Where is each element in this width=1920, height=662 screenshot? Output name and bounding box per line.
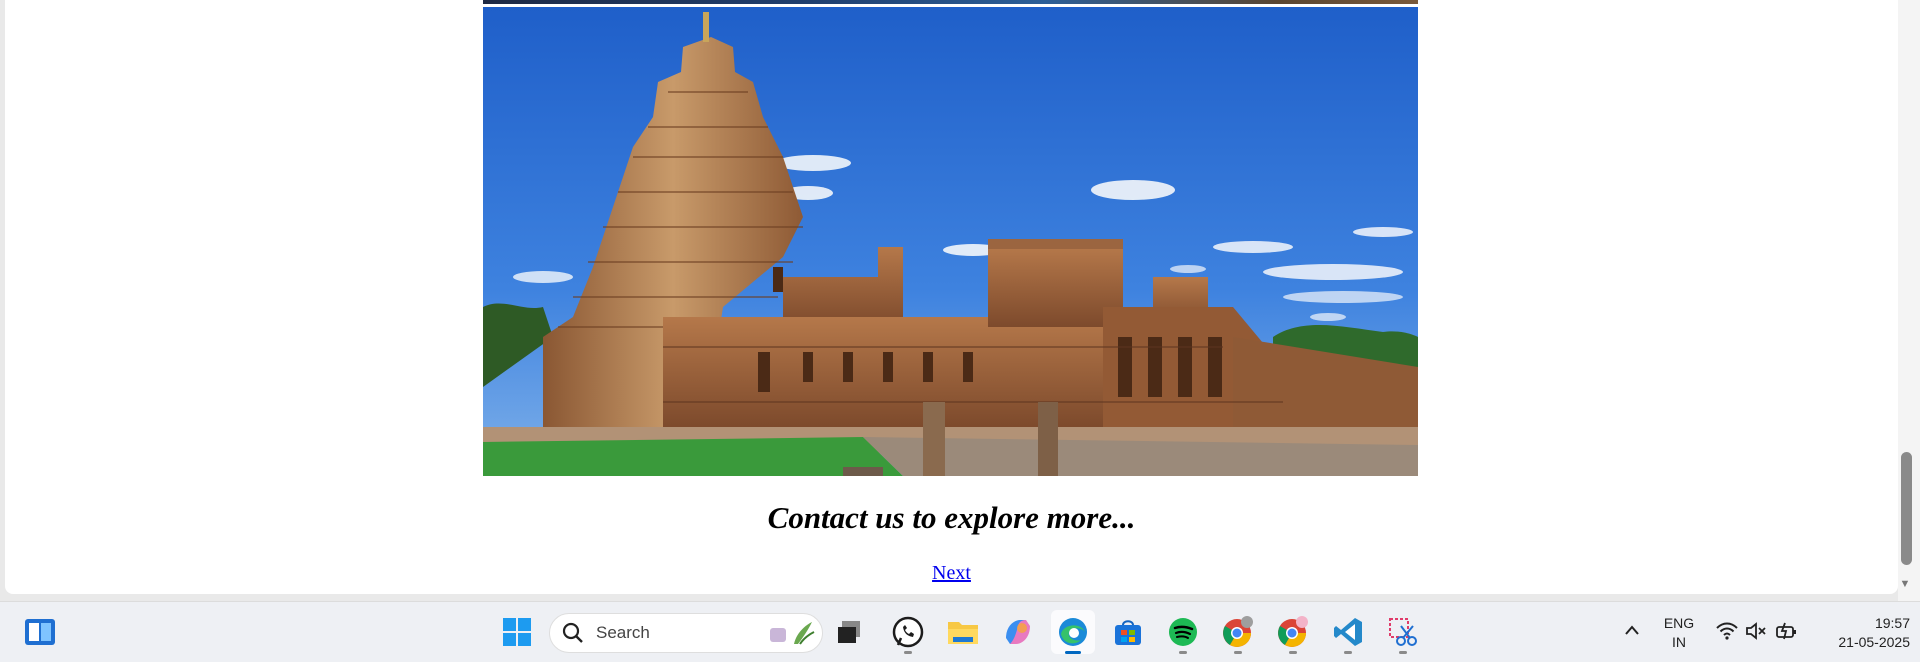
copilot-button[interactable] xyxy=(996,610,1040,654)
running-indicator xyxy=(1344,651,1352,654)
spotify-icon xyxy=(1169,618,1197,646)
widgets-button[interactable] xyxy=(18,610,62,654)
chrome-icon xyxy=(1223,616,1253,647)
search-label: Search xyxy=(596,623,650,642)
file-explorer-icon xyxy=(948,622,978,644)
taskbar: Search ENG IN 19:57 21-05-2025 xyxy=(0,601,1920,662)
file-explorer-button[interactable] xyxy=(941,610,985,654)
clock-time: 19:57 xyxy=(1874,615,1910,631)
search-icon xyxy=(562,622,583,643)
task-view-icon xyxy=(838,621,860,643)
running-indicator xyxy=(1234,651,1242,654)
running-indicator xyxy=(1399,651,1407,654)
spotify-button[interactable] xyxy=(1161,610,1205,654)
input-language-indicator[interactable]: ENG IN xyxy=(1652,614,1706,652)
web-page: Contact us to explore more... Next xyxy=(5,0,1898,594)
copilot-icon xyxy=(1006,620,1030,644)
chrome-profile-icon xyxy=(1278,616,1308,647)
battery-charging-icon[interactable] xyxy=(1776,622,1798,640)
snipping-tool-icon xyxy=(1389,618,1417,646)
chrome-button[interactable] xyxy=(1216,610,1260,654)
taskbar-search-box[interactable]: Search xyxy=(549,613,823,653)
running-indicator xyxy=(904,651,912,654)
clock-date: 21-05-2025 xyxy=(1838,634,1910,650)
task-view-button[interactable] xyxy=(828,610,872,654)
snipping-tool-button[interactable] xyxy=(1381,610,1425,654)
active-indicator xyxy=(1065,651,1081,654)
system-clock[interactable]: 19:57 21-05-2025 xyxy=(1810,614,1910,652)
windows-start-icon xyxy=(503,618,531,646)
start-button[interactable] xyxy=(495,610,539,654)
scrollbar-thumb[interactable] xyxy=(1901,452,1912,565)
widgets-icon xyxy=(25,619,55,645)
browser-viewport: Contact us to explore more... Next ▼ xyxy=(0,0,1920,601)
whatsapp-icon xyxy=(892,616,924,648)
search-highlight-icon xyxy=(770,622,815,645)
vscode-button[interactable] xyxy=(1326,610,1370,654)
language-code: ENG xyxy=(1663,615,1695,631)
scroll-down-arrow-icon[interactable]: ▼ xyxy=(1897,576,1913,592)
wifi-icon[interactable] xyxy=(1716,622,1738,640)
contact-caption: Contact us to explore more... xyxy=(767,500,1136,535)
show-hidden-icons-chevron-icon[interactable] xyxy=(1624,624,1640,636)
chrome-profile-button[interactable] xyxy=(1271,610,1315,654)
next-link-container: Next xyxy=(5,562,1898,585)
whatsapp-button[interactable] xyxy=(886,610,930,654)
edge-icon xyxy=(1059,618,1087,646)
edge-button[interactable] xyxy=(1051,610,1095,654)
running-indicator xyxy=(1179,651,1187,654)
region-code: IN xyxy=(1672,634,1686,650)
next-link[interactable]: Next xyxy=(932,562,971,584)
vscode-icon xyxy=(1334,618,1362,646)
volume-muted-icon[interactable] xyxy=(1745,622,1767,640)
microsoft-store-icon xyxy=(1115,620,1141,645)
previous-image-edge xyxy=(483,0,1418,4)
running-indicator xyxy=(1289,651,1297,654)
store-button[interactable] xyxy=(1106,610,1150,654)
temple-photo xyxy=(483,7,1418,476)
